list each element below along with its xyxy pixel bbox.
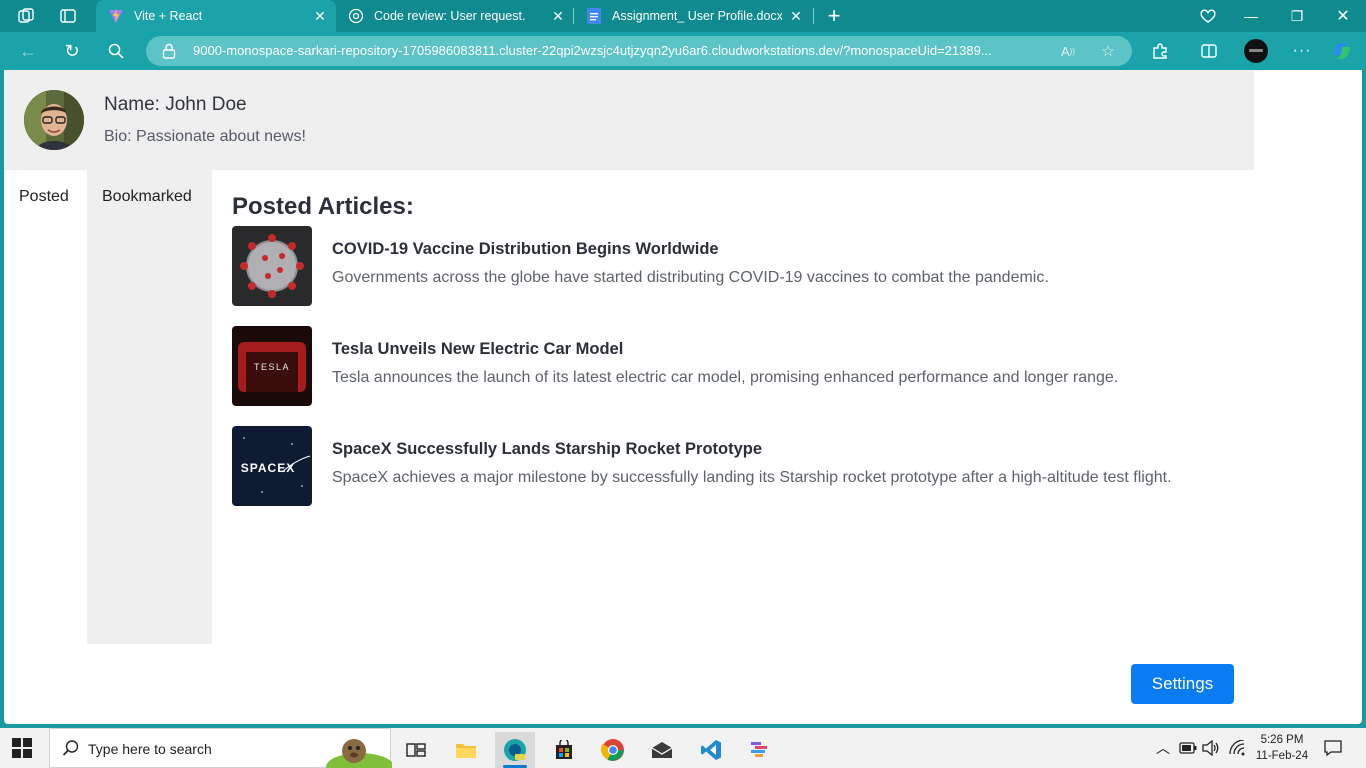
extensions-icon[interactable]	[1148, 39, 1172, 63]
favorite-icon[interactable]: ☆	[1098, 41, 1118, 61]
file-explorer-icon[interactable]	[446, 732, 486, 768]
section-title: Posted Articles:	[232, 193, 414, 220]
tab-posted-label: Posted	[19, 188, 69, 205]
google-docs-icon	[586, 8, 602, 24]
tab-separator	[813, 8, 814, 24]
tab-bookmarked-label: Bookmarked	[102, 188, 192, 205]
tab-posted[interactable]: Posted	[4, 170, 87, 644]
close-window-icon[interactable]: ✕	[1320, 0, 1366, 32]
tab-title: Code review: User request.	[374, 9, 526, 23]
article-title[interactable]: SpaceX Successfully Lands Starship Rocke…	[332, 440, 762, 459]
workspaces-icon[interactable]	[16, 6, 36, 26]
article-thumbnail-spacex: SPACEX	[232, 426, 312, 506]
article-title[interactable]: COVID-19 Vaccine Distribution Begins Wor…	[332, 240, 719, 259]
more-icon[interactable]: ···	[1290, 39, 1314, 63]
battery-icon[interactable]	[1178, 738, 1198, 758]
copilot-icon[interactable]	[1330, 39, 1354, 63]
vscode-icon[interactable]	[691, 732, 731, 768]
avatar	[24, 90, 84, 150]
article-description: Tesla announces the launch of its latest…	[332, 369, 1119, 386]
system-clock[interactable]: 5:26 PM 11-Feb-24	[1250, 732, 1314, 764]
article-title[interactable]: Tesla Unveils New Electric Car Model	[332, 340, 623, 359]
profile-header: Name: John Doe Bio: Passionate about new…	[4, 70, 1254, 170]
address-bar[interactable]: 9000-monospace-sarkari-repository-170598…	[146, 36, 1132, 66]
read-aloud-icon[interactable]: A))	[1058, 41, 1078, 61]
close-tab-icon[interactable]: ✕	[312, 8, 328, 24]
search-icon[interactable]	[104, 39, 128, 63]
taskbar-search[interactable]: Type here to search	[49, 728, 394, 768]
article-thumbnail-covid	[232, 226, 312, 306]
browser-tab-bar: Vite + React ✕ Code review: User request…	[0, 0, 1366, 32]
article-item[interactable]: SPACEX SpaceX Successfully Lands Starshi…	[232, 426, 1262, 506]
mail-icon[interactable]	[642, 732, 682, 768]
tab-title: Assignment_ User Profile.docx - ...	[612, 9, 782, 23]
task-view-icon[interactable]	[396, 732, 436, 768]
vite-icon	[108, 8, 124, 24]
notifications-icon[interactable]	[1323, 738, 1343, 758]
refresh-icon[interactable]: ↻	[60, 39, 84, 63]
taskbar-search-placeholder: Type here to search	[88, 741, 212, 757]
back-icon[interactable]: ←	[16, 39, 40, 63]
new-tab-icon[interactable]: +	[824, 3, 844, 28]
clock-date: 11-Feb-24	[1255, 750, 1309, 762]
close-tab-icon[interactable]: ✕	[788, 8, 804, 24]
edge-dev-icon[interactable]	[495, 732, 535, 768]
lock-icon[interactable]	[162, 43, 178, 59]
browser-toolbar: ← ↻ 9000-monospace-sarkari-repository-17…	[0, 32, 1366, 70]
tab-bookmarked[interactable]: Bookmarked	[87, 170, 212, 644]
tab-assignment-doc[interactable]: Assignment_ User Profile.docx - ... ✕	[574, 0, 812, 32]
profile-bio: Bio: Passionate about news!	[104, 128, 306, 145]
tab-title: Vite + React	[134, 9, 203, 23]
tab-code-review[interactable]: Code review: User request. ✕	[336, 0, 574, 32]
minimize-icon[interactable]: —	[1228, 0, 1274, 32]
restore-icon[interactable]: ❐	[1274, 0, 1320, 32]
article-thumbnail-tesla: TESLA	[232, 326, 312, 406]
chatgpt-icon	[348, 8, 364, 24]
windows-start-icon[interactable]	[12, 738, 34, 758]
store-icon[interactable]	[544, 732, 584, 768]
profile-icon[interactable]	[1244, 39, 1268, 63]
tab-vite-react[interactable]: Vite + React ✕	[96, 0, 336, 32]
article-item[interactable]: TESLA Tesla Unveils New Electric Car Mod…	[232, 326, 1262, 406]
close-tab-icon[interactable]: ✕	[550, 8, 566, 24]
settings-button[interactable]: Settings	[1131, 664, 1234, 704]
tab-actions-icon[interactable]	[58, 6, 78, 26]
url-text[interactable]: 9000-monospace-sarkari-repository-170598…	[193, 43, 1053, 58]
wifi-icon[interactable]	[1227, 738, 1247, 758]
clock-time: 5:26 PM	[1260, 734, 1304, 746]
chevron-up-icon[interactable]: ︿	[1153, 738, 1173, 758]
article-description: Governments across the globe have starte…	[332, 269, 1049, 286]
page-viewport: Name: John Doe Bio: Passionate about new…	[4, 70, 1362, 724]
jetbrains-icon[interactable]	[740, 732, 780, 768]
profile-name: Name: John Doe	[104, 94, 247, 115]
article-description: SpaceX achieves a major milestone by suc…	[332, 469, 1172, 486]
article-item[interactable]: COVID-19 Vaccine Distribution Begins Wor…	[232, 226, 1262, 306]
search-icon	[62, 739, 82, 759]
split-screen-icon[interactable]	[1197, 39, 1221, 63]
tesla-logo-text: TESLA	[254, 362, 290, 372]
search-highlight-illustration	[320, 733, 394, 768]
chrome-icon[interactable]	[593, 732, 633, 768]
volume-icon[interactable]	[1201, 738, 1221, 758]
windows-taskbar: Type here to search ︿ 5:26 PM 11-Feb-24	[0, 728, 1366, 768]
performance-icon[interactable]	[1198, 6, 1218, 26]
